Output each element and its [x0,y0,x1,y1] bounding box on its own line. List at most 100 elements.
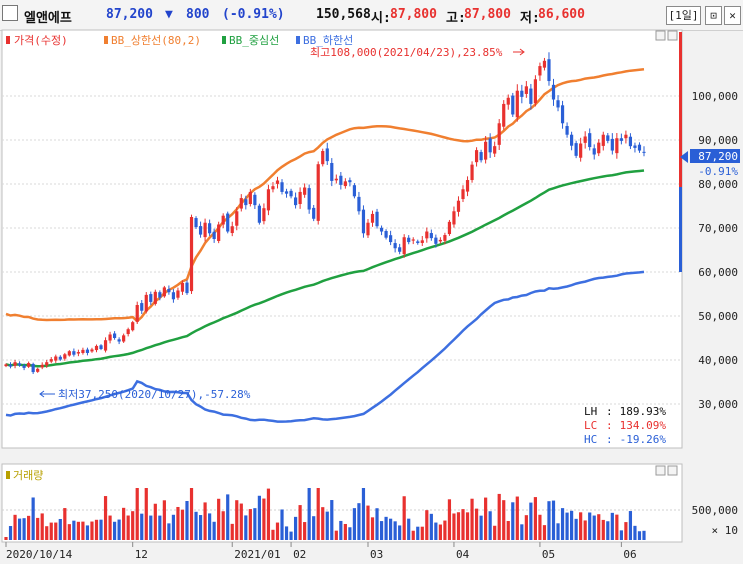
volume-bar [257,495,261,540]
x-tick-label: 04 [456,548,470,561]
volume-bar [122,507,126,540]
price-panel: 30,000 40,000 50,000 60,000 70,000 80,000 90,0… [1,29,738,449]
candle-body [447,221,452,235]
candle-body [94,345,99,351]
candle-body [244,199,248,206]
x-tick-label: 12 [135,548,148,561]
candle-body [389,235,393,243]
candle-body [117,339,121,342]
candle-body [158,292,162,298]
candle-body [235,211,239,226]
candle-body [461,189,465,200]
volume-bar [72,520,76,540]
volume-bar [316,488,320,540]
volume-bar [479,515,483,540]
candle-body [221,215,225,225]
x-tick-label: 2021/01 [234,548,280,561]
candle-body [312,207,316,219]
panel-close-icon[interactable] [667,30,678,41]
candle-body [407,237,411,243]
volume-bar [176,506,180,540]
candle-body [58,356,62,360]
candle-body [131,322,135,331]
volume-bar [117,519,121,540]
candle-body [108,334,112,341]
candle-body [506,97,510,105]
candle-body [31,363,35,373]
candle-body [103,340,108,351]
volume-bar [456,512,461,540]
candle-body [488,138,492,153]
volume-bar [226,494,230,540]
candle-body [438,239,442,242]
candle-body [45,362,49,366]
candle-body [570,134,574,146]
volume-bar [398,525,402,540]
candle-body [511,95,515,115]
volume-bar [375,508,379,540]
candle-body [54,356,58,361]
volume-bar [189,488,194,540]
candle-body [185,282,189,294]
candle-body [628,136,633,147]
volume-settings-icon[interactable] [655,465,666,476]
volume-bar [185,501,189,540]
volume-bar [253,508,257,540]
volume-bar [538,514,542,540]
price-tick-label: 90,000 [698,134,738,147]
candle-body [479,152,483,161]
volume-bar [520,524,524,540]
volume-bar [597,514,601,540]
volume-bar [203,502,207,540]
volume-bar [348,527,352,540]
volume-bar [45,526,49,540]
candle-body [194,218,198,228]
candle-body [36,368,40,372]
price-plot-area [1,29,683,449]
volume-bar [85,525,90,540]
candle-body [502,103,506,127]
candle-body [606,135,610,141]
volume-close-icon[interactable] [667,465,678,476]
price-tick-label: 100,000 [692,90,738,103]
volume-bar [112,521,117,540]
volume-bar [307,488,311,540]
candle-body [493,146,497,154]
high-annotation: 최고108,000(2021/04/23),23.85% [310,46,503,59]
volume-bar [642,530,646,540]
volume-bar [221,511,225,540]
volume-bar [637,531,642,540]
candle-body [271,186,275,190]
volume-bar [579,512,583,540]
candle-body [162,287,166,297]
volume-bar [40,513,44,540]
candle-body [289,190,293,197]
volume-bar [416,526,420,540]
legend-swatch-volume [6,471,10,479]
volume-bar [379,521,384,540]
legend-bb-upper: BB_상한선(80,2) [111,34,201,47]
candle-body [90,349,94,352]
panel-settings-icon[interactable] [655,30,666,41]
candle-body [262,208,266,222]
low-annotation: 최저37,250(2020/10/27),-57.28% [58,388,251,401]
candle-body [497,123,501,145]
volume-bar [474,508,479,540]
volume-bar [334,530,338,540]
candle-body [81,349,85,353]
volume-bar [180,509,185,540]
candle-body [208,223,212,234]
volume-bar [551,500,556,540]
volume-bar [230,523,234,540]
legend-swatch-bb-center [222,36,226,44]
candle-body [610,138,614,151]
candle-body [642,151,646,153]
volume-bar [619,530,623,540]
candle-body [465,180,470,192]
candle-body [135,305,139,322]
candle-body [588,133,592,148]
volume-bar [402,496,406,540]
candle-body [298,191,302,205]
volume-bar [588,512,592,540]
volume-bar [438,524,442,540]
